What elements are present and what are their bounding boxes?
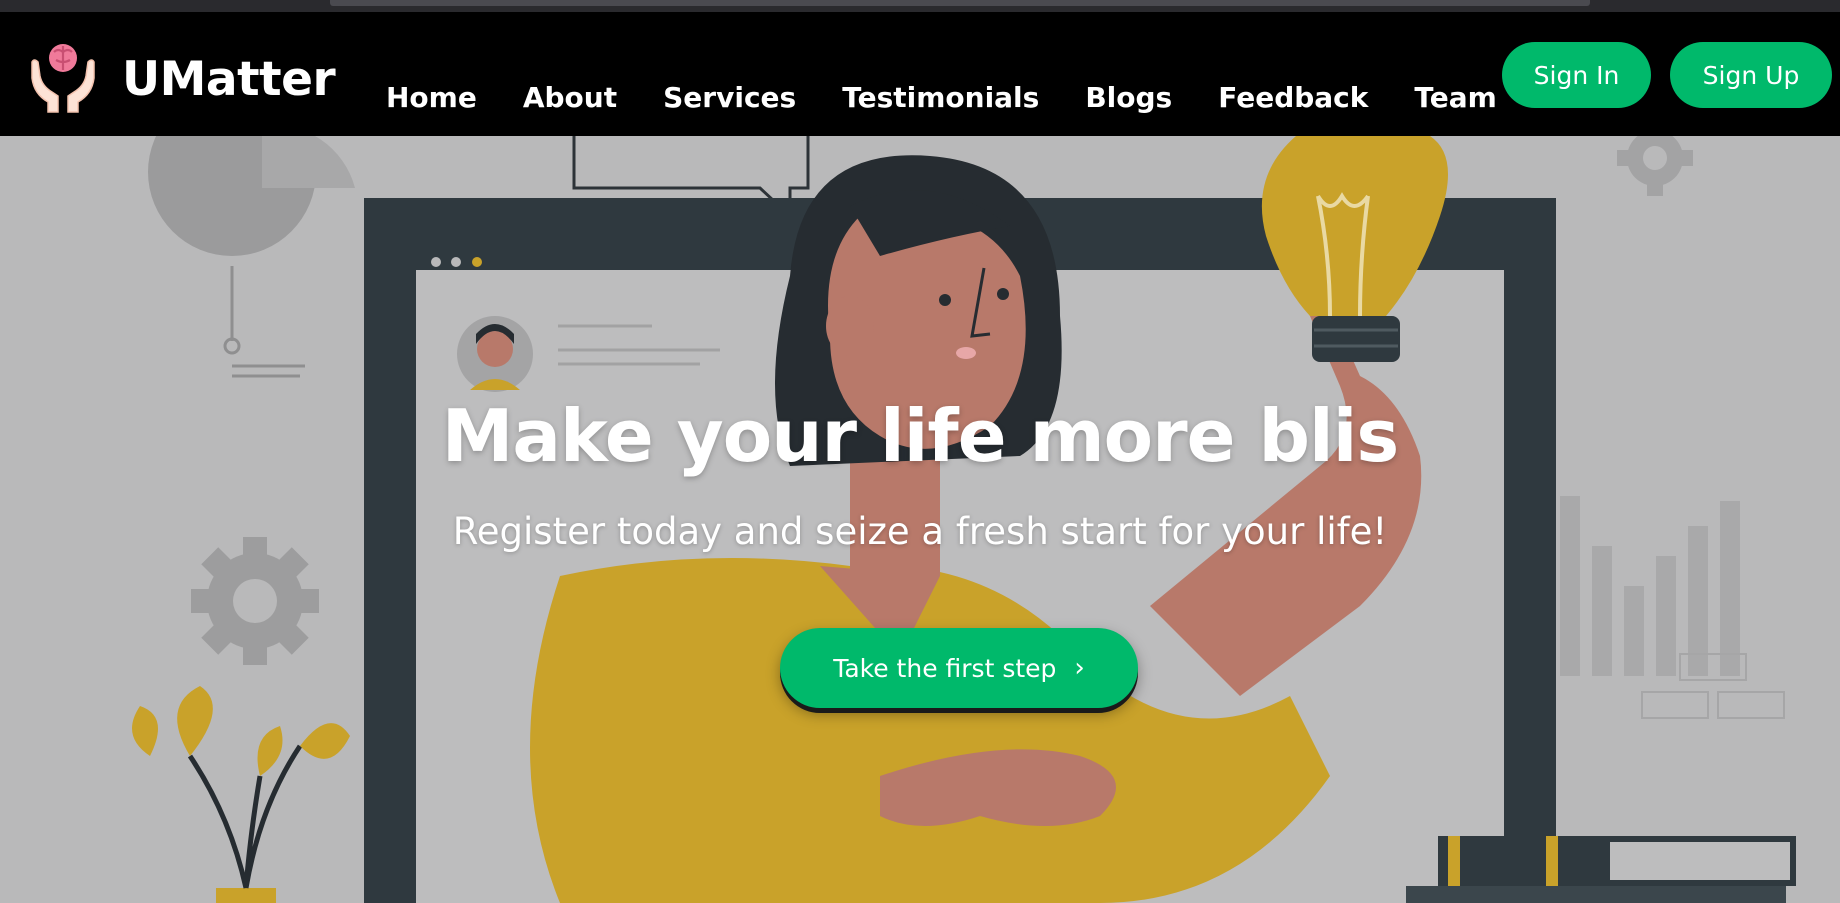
- brain-in-hands-icon[interactable]: [28, 38, 98, 114]
- nav-item-home[interactable]: Home: [386, 68, 477, 128]
- hero-section: Make your life more blis Register today …: [0, 136, 1840, 903]
- cta-label: Take the first step: [833, 653, 1057, 683]
- brand-name[interactable]: UMatter: [122, 52, 336, 108]
- sign-in-button[interactable]: Sign In: [1502, 42, 1651, 108]
- browser-top-strip: [0, 0, 1840, 12]
- nav-item-feedback[interactable]: Feedback: [1218, 68, 1368, 128]
- nav-item-testimonials[interactable]: Testimonials: [842, 68, 1039, 128]
- nav-item-blogs[interactable]: Blogs: [1085, 68, 1172, 128]
- take-first-step-button[interactable]: Take the first step ›: [780, 628, 1138, 708]
- nav-item-team[interactable]: Team: [1414, 68, 1496, 128]
- hero-content: Make your life more blis Register today …: [0, 136, 1840, 903]
- main-nav: Home About Services Testimonials Blogs F…: [386, 68, 1497, 128]
- nav-item-about[interactable]: About: [523, 68, 617, 128]
- navbar: UMatter Home About Services Testimonials…: [0, 12, 1840, 136]
- horizontal-scrollbar[interactable]: [330, 0, 1590, 6]
- sign-up-button[interactable]: Sign Up: [1670, 42, 1832, 108]
- chevron-right-icon: ›: [1074, 653, 1085, 683]
- hero-headline: Make your life more blis: [441, 394, 1400, 478]
- nav-item-services[interactable]: Services: [663, 68, 796, 128]
- hero-subheadline: Register today and seize a fresh start f…: [452, 510, 1388, 553]
